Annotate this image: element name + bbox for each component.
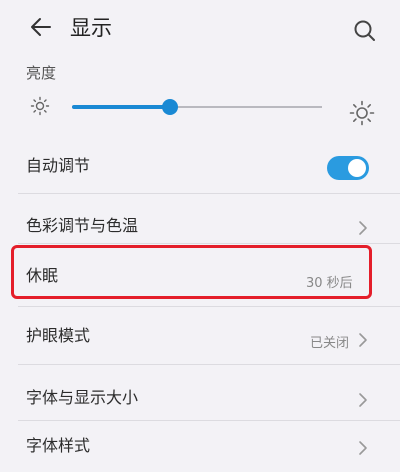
back-arrow-icon[interactable] xyxy=(28,14,54,40)
font-style-label[interactable]: 字体样式 xyxy=(26,432,90,456)
app-bar: 显示 xyxy=(0,0,400,56)
chevron-right-icon xyxy=(358,392,368,408)
brightness-slider[interactable] xyxy=(72,92,322,122)
auto-adjust-toggle[interactable] xyxy=(327,156,369,180)
divider xyxy=(18,420,400,421)
search-icon[interactable] xyxy=(352,18,378,44)
divider xyxy=(18,193,400,194)
divider xyxy=(18,364,400,365)
eye-care-label[interactable]: 护眼模式 xyxy=(26,322,90,346)
brightness-label: 亮度 xyxy=(26,62,56,83)
chevron-right-icon xyxy=(358,332,368,348)
font-size-label[interactable]: 字体与显示大小 xyxy=(26,384,138,408)
auto-adjust-label: 自动调节 xyxy=(26,152,90,176)
divider xyxy=(18,306,400,307)
divider xyxy=(18,243,400,244)
page-title: 显示 xyxy=(70,14,112,42)
slider-thumb[interactable] xyxy=(162,99,178,115)
brightness-low-icon xyxy=(30,96,50,116)
brightness-high-icon xyxy=(349,100,375,126)
chevron-right-icon xyxy=(358,440,368,456)
highlight-annotation xyxy=(11,245,372,299)
slider-fill xyxy=(72,105,170,109)
toggle-knob xyxy=(348,159,366,177)
color-temp-label[interactable]: 色彩调节与色温 xyxy=(26,212,138,236)
chevron-right-icon xyxy=(358,220,368,236)
eye-care-value: 已关闭 xyxy=(310,332,349,351)
